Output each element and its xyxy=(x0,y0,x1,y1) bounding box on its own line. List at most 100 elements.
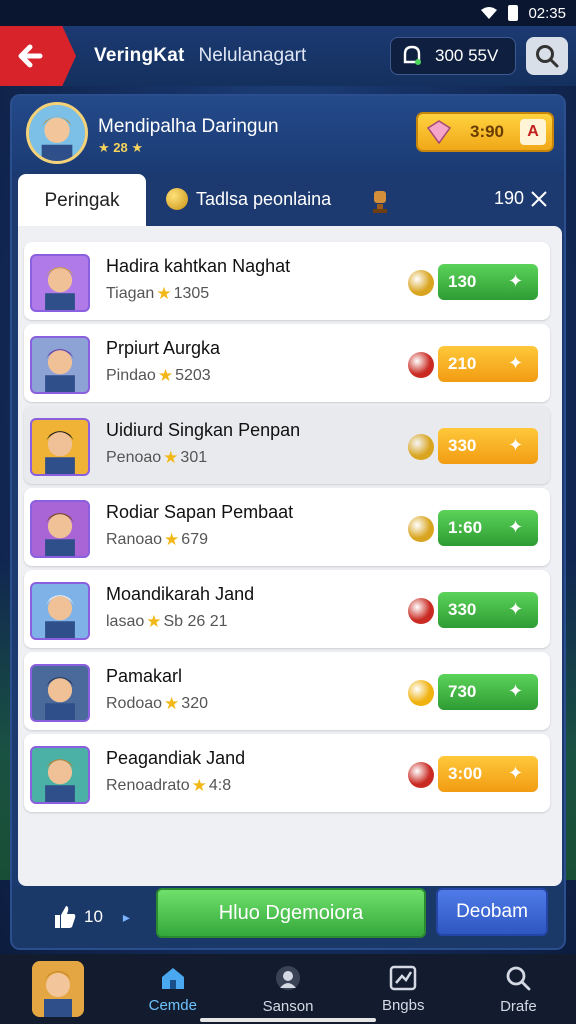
player-portrait-icon xyxy=(45,431,75,474)
profile-header: Mendipalha Daringun ★ 28 ★ 3:90 A xyxy=(12,96,564,172)
secondary-button[interactable]: Deobam xyxy=(436,888,548,936)
nav-label: Sanson xyxy=(262,997,314,1015)
primary-button[interactable]: Hluo Dgemoiora xyxy=(156,888,426,938)
player-name: Uidiurd Singkan Penpan xyxy=(106,420,301,440)
avatar xyxy=(31,961,84,1017)
player-club: lasao xyxy=(106,613,145,630)
currency-pill[interactable]: 300 55V xyxy=(390,37,516,75)
player-name: Pamakarl xyxy=(106,666,183,686)
player-name: Prpiurt Aurgka xyxy=(106,338,221,358)
star-icon: ★ xyxy=(191,776,207,795)
player-portrait-icon xyxy=(45,349,75,392)
player-rating: Sb 26 21 xyxy=(163,613,228,630)
close-count[interactable]: 190 xyxy=(494,188,548,209)
player-rating: 1305 xyxy=(173,285,210,302)
leaderboard-row[interactable]: Peagandiak Jand Renoadrato ★ 4:8 3:00 ✦ xyxy=(24,734,550,812)
nav-item-cemde[interactable]: Cemde xyxy=(115,954,230,1024)
player-club: Pindao xyxy=(106,367,156,384)
wifi-icon xyxy=(481,7,498,19)
coin-icon xyxy=(166,188,188,210)
nav-label: Bngbs xyxy=(381,996,425,1014)
nav-item-drafe[interactable]: Drafe xyxy=(461,954,576,1024)
player-club: Tiagan xyxy=(106,285,155,302)
leaderboard-row[interactable]: Hadira kahtkan Naghat Tiagan ★ 1305 130 ✦ xyxy=(24,242,550,320)
avatar xyxy=(30,418,90,476)
trophy-icon xyxy=(373,191,387,213)
chart-icon xyxy=(389,965,417,990)
player-name: Moandikarah Jand xyxy=(106,584,255,604)
leaderboard-row[interactable]: Moandikarah Jand lasao ★ Sb 26 21 330 ✦ xyxy=(24,570,550,648)
player-name: Rodiar Sapan Pembaat xyxy=(106,502,294,522)
score-button[interactable]: 330 ✦ xyxy=(438,592,538,628)
ball-icon xyxy=(408,352,434,378)
score-button[interactable]: 130 ✦ xyxy=(438,264,538,300)
player-portrait-icon xyxy=(45,267,75,310)
currency-value: 300 55V xyxy=(435,46,499,65)
player-sub: Renoadrato ★ 4:8 xyxy=(106,776,231,796)
score-button[interactable]: 210 ✦ xyxy=(438,346,538,382)
leaderboard-row[interactable]: Prpiurt Aurgka Pindao ★ 5203 210 ✦ xyxy=(24,324,550,402)
score-button[interactable]: 1:60 ✦ xyxy=(438,510,538,546)
avatar xyxy=(30,746,90,804)
leaderboard-row[interactable]: Rodiar Sapan Pembaat Ranoao ★ 679 1:60 ✦ xyxy=(24,488,550,566)
prize-value: 3:90 xyxy=(469,122,505,141)
score-button[interactable]: 330 ✦ xyxy=(438,428,538,464)
player-portrait-icon xyxy=(29,105,85,161)
leaderboard-row[interactable]: Pamakarl Rodoao ★ 320 730 ✦ xyxy=(24,652,550,730)
search-icon xyxy=(536,45,559,68)
player-rating: 679 xyxy=(181,531,208,548)
player-portrait-icon xyxy=(45,759,75,802)
tab-peringak[interactable]: Peringak xyxy=(18,174,146,228)
bell-icon xyxy=(403,45,421,65)
tab-label: Peringak xyxy=(44,190,120,211)
star-badge-icon: ✦ xyxy=(508,599,524,619)
score-button[interactable]: 3:00 ✦ xyxy=(438,756,538,792)
score-button[interactable]: 730 ✦ xyxy=(438,674,538,710)
nav-item-sanson[interactable]: Sanson xyxy=(230,954,345,1024)
score-value: 130 xyxy=(448,272,477,291)
player-club: Penoao xyxy=(106,449,162,466)
player-sub: Pindao ★ 5203 xyxy=(106,366,211,386)
tab-second[interactable]: Tadlsa peonlaina xyxy=(166,188,331,210)
prize-tag: A xyxy=(520,119,546,145)
player-portrait-icon xyxy=(45,595,75,638)
star-icon: ★ xyxy=(157,366,174,385)
nav-item-profile[interactable] xyxy=(0,954,115,1024)
close-icon xyxy=(531,190,547,207)
leaderboard-list: Hadira kahtkan Naghat Tiagan ★ 1305 130 ✦ Prpi… xyxy=(18,226,562,886)
ball-icon xyxy=(408,270,434,296)
star-icon: ★ xyxy=(156,284,172,303)
player-rating: 301 xyxy=(180,449,208,466)
tab-third[interactable] xyxy=(368,188,392,219)
status-time: 02:35 xyxy=(528,4,566,22)
leaderboard-row[interactable]: Uidiurd Singkan Penpan Penoao ★ 301 330 ✦ xyxy=(24,406,550,484)
star-badge-icon: ✦ xyxy=(508,681,524,701)
battery-icon xyxy=(508,5,519,21)
profile-avatar[interactable] xyxy=(26,102,88,164)
tab-bar: Peringak Tadlsa peonlaina 190 xyxy=(18,174,562,228)
prize-button[interactable]: 3:90 A xyxy=(416,112,554,152)
player-name: Peagandiak Jand xyxy=(106,748,246,768)
nav-item-bngbs[interactable]: Bngbs xyxy=(346,954,461,1024)
player-club: Renoadrato xyxy=(106,777,190,794)
avatar xyxy=(30,500,90,558)
ball-icon xyxy=(408,680,434,706)
player-portrait-icon xyxy=(31,961,84,1017)
search-button[interactable] xyxy=(526,37,568,75)
gem-icon xyxy=(426,120,452,145)
player-rating: 4:8 xyxy=(208,777,232,794)
avatar xyxy=(30,664,90,722)
player-sub: Rodoao ★ 320 xyxy=(106,694,208,714)
back-button[interactable] xyxy=(0,26,76,86)
player-sub: Tiagan ★ 1305 xyxy=(106,284,209,304)
player-sub: Ranoao ★ 679 xyxy=(106,530,208,550)
star-badge-icon: ✦ xyxy=(508,271,524,291)
like-button[interactable]: 10 ▸ xyxy=(52,904,130,930)
player-club: Rodoao xyxy=(106,695,163,712)
chevron-right-icon: ▸ xyxy=(122,908,130,925)
star-badge-icon: ✦ xyxy=(508,435,524,455)
bottom-actions: 10 ▸ Hluo Dgemoiora Deobam xyxy=(12,886,564,948)
profile-name: Mendipalha Daringun xyxy=(98,116,279,137)
star-badge-icon: ✦ xyxy=(508,517,524,537)
bottom-nav: Cemde Sanson Bngbs Drafe xyxy=(0,954,576,1024)
